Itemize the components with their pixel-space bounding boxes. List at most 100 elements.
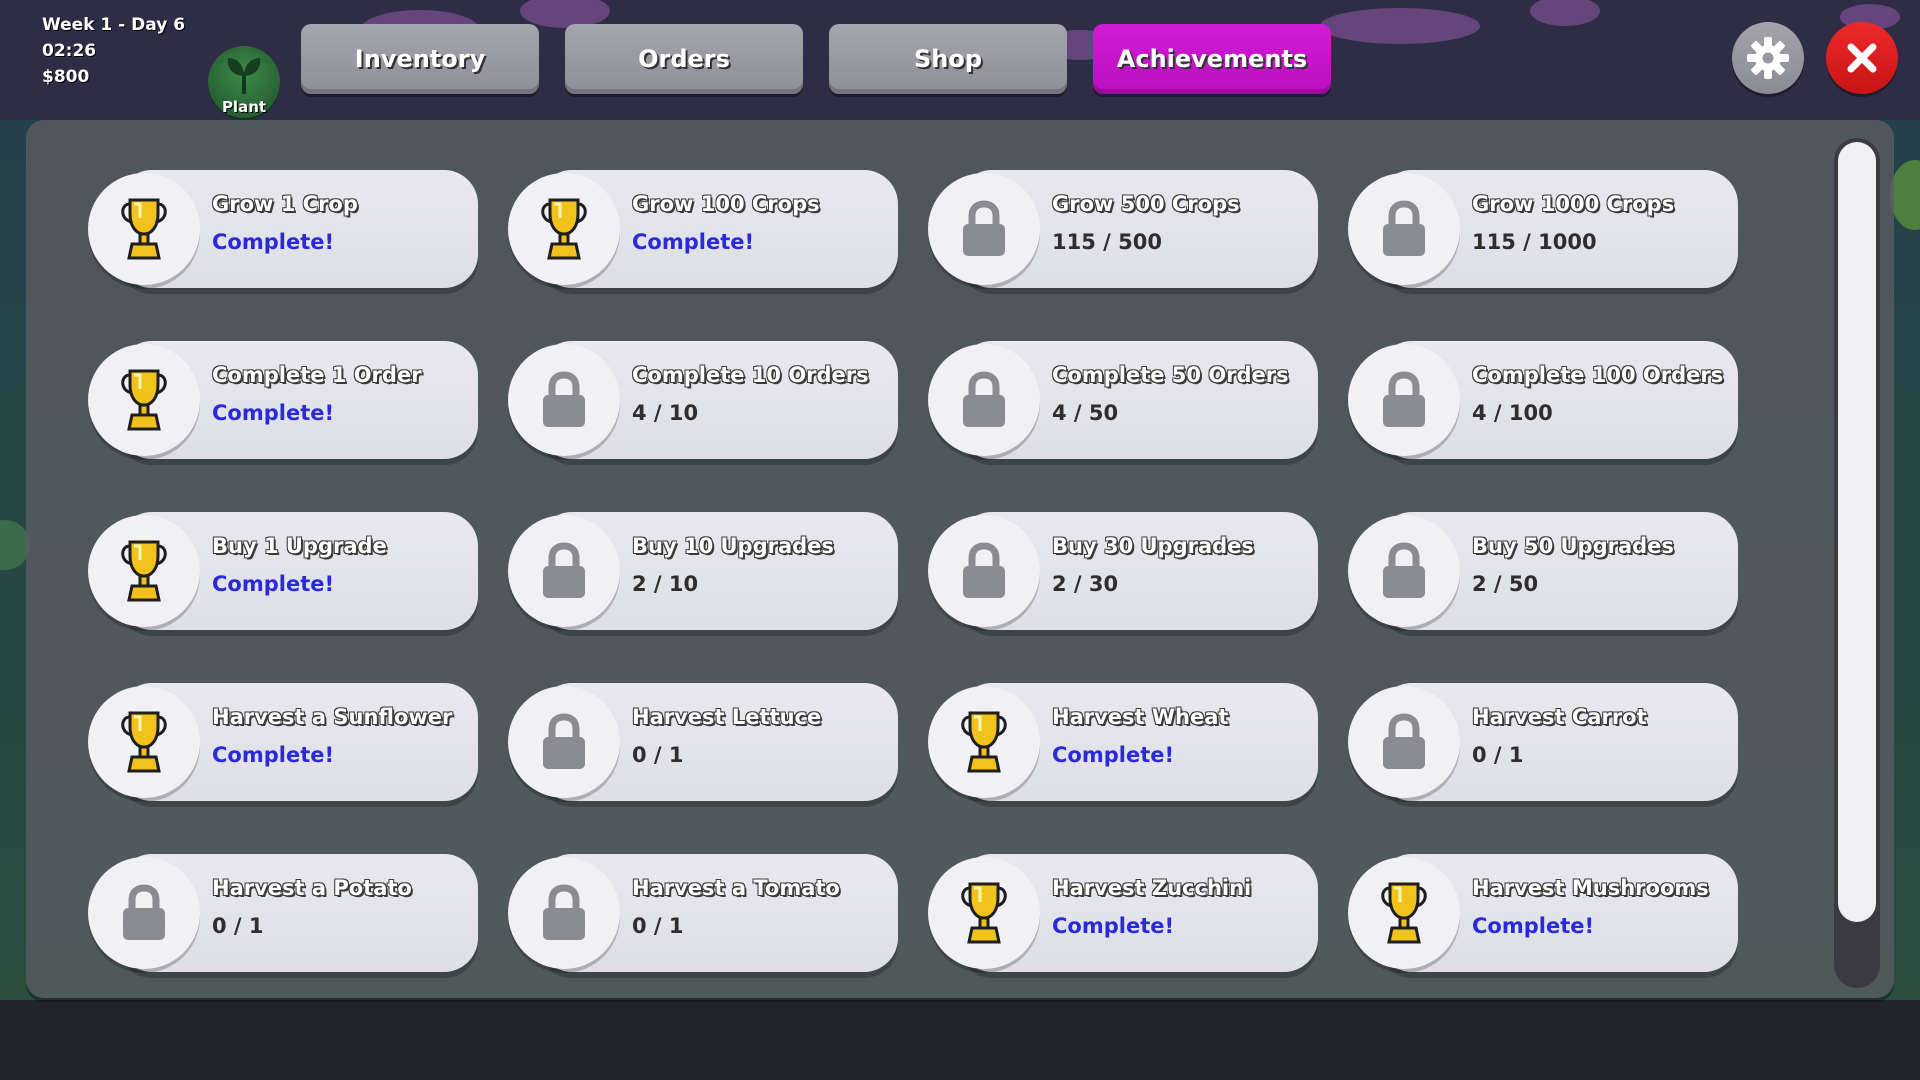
lock-icon [963,200,1005,256]
lock-icon [123,884,165,940]
lock-icon [543,542,585,598]
trophy-icon [541,198,587,260]
achievement-title: Grow 500 Crops [1052,192,1240,216]
achievement-status: Complete! [212,401,335,425]
achievement-card: Buy 30 Upgrades 2 / 30 [928,512,1318,630]
achievement-title: Buy 1 Upgrade [212,534,387,558]
achievement-title: Harvest Carrot [1472,705,1647,729]
achievement-status: 0 / 1 [212,914,264,938]
achievement-badge [928,515,1040,627]
achievement-title: Grow 1000 Crops [1472,192,1675,216]
achievement-card: Buy 10 Upgrades 2 / 10 [508,512,898,630]
tab-inventory[interactable]: Inventory [301,24,539,94]
plant-button[interactable]: Plant [208,46,280,118]
achievement-card: Grow 1 Crop Complete! [88,170,478,288]
achievement-card: Grow 500 Crops 115 / 500 [928,170,1318,288]
bush [1890,160,1920,230]
achievement-title: Harvest Wheat [1052,705,1229,729]
achievement-title: Grow 100 Crops [632,192,820,216]
achievement-status: Complete! [1052,743,1175,767]
achievement-card: Complete 50 Orders 4 / 50 [928,341,1318,459]
lock-icon [963,542,1005,598]
achievement-card: Complete 1 Order Complete! [88,341,478,459]
achievement-status: 0 / 1 [1472,743,1524,767]
achievement-status: 4 / 100 [1472,401,1553,425]
achievement-title: Buy 10 Upgrades [632,534,834,558]
achievement-title: Buy 50 Upgrades [1472,534,1674,558]
achievement-badge [508,515,620,627]
achievement-status: Complete! [632,230,755,254]
lock-icon [963,371,1005,427]
achievement-badge [88,515,200,627]
achievement-card: Harvest Lettuce 0 / 1 [508,683,898,801]
cloud [1320,8,1480,44]
achievement-status: 2 / 30 [1052,572,1119,596]
trophy-icon [121,369,167,431]
achievement-title: Harvest a Tomato [632,876,840,900]
achievement-badge [1348,515,1460,627]
lock-icon [543,884,585,940]
scrollbar-thumb[interactable] [1838,142,1876,922]
hud-stats: Week 1 - Day 6 02:26 $800 [42,12,185,90]
achievement-status: Complete! [1472,914,1595,938]
achievement-card: Complete 10 Orders 4 / 10 [508,341,898,459]
achievement-status: 2 / 10 [632,572,699,596]
trophy-icon [121,198,167,260]
achievement-badge [88,173,200,285]
achievement-badge [508,173,620,285]
settings-button[interactable] [1732,22,1804,94]
achievements-grid: Grow 1 Crop Complete! Grow 100 Crops Com… [88,170,1748,990]
achievement-card: Harvest a Potato 0 / 1 [88,854,478,972]
tab-achievements[interactable]: Achievements [1093,24,1331,94]
achievement-badge [508,857,620,969]
achievement-badge [88,857,200,969]
lock-icon [1383,200,1425,256]
achievement-card: Grow 100 Crops Complete! [508,170,898,288]
gear-icon [1747,37,1789,79]
achievement-card: Harvest Mushrooms Complete! [1348,854,1738,972]
tab-orders[interactable]: Orders [565,24,803,94]
achievement-card: Harvest Carrot 0 / 1 [1348,683,1738,801]
achievement-card: Buy 50 Upgrades 2 / 50 [1348,512,1738,630]
achievement-status: Complete! [212,743,335,767]
clock-label: 02:26 [42,41,97,61]
lock-icon [543,713,585,769]
achievement-badge [88,686,200,798]
sprout-icon [227,58,261,94]
achievement-badge [928,173,1040,285]
trophy-icon [961,711,1007,773]
tab-shop[interactable]: Shop [829,24,1067,94]
cloud [1530,0,1600,26]
achievement-status: 4 / 50 [1052,401,1119,425]
achievement-status: Complete! [212,230,335,254]
achievement-card: Harvest Zucchini Complete! [928,854,1318,972]
money-label: $800 [42,67,90,87]
achievement-card: Harvest Wheat Complete! [928,683,1318,801]
achievement-title: Grow 1 Crop [212,192,358,216]
achievement-badge [1348,857,1460,969]
lock-icon [1383,542,1425,598]
close-button[interactable] [1826,22,1898,94]
trophy-icon [961,882,1007,944]
achievement-title: Complete 1 Order [212,363,422,387]
achievement-status: 4 / 10 [632,401,699,425]
achievement-card: Grow 1000 Crops 115 / 1000 [1348,170,1738,288]
achievement-badge [928,686,1040,798]
achievement-title: Harvest a Potato [212,876,412,900]
achievement-title: Harvest Mushrooms [1472,876,1709,900]
achievement-title: Complete 10 Orders [632,363,869,387]
achievement-title: Harvest Zucchini [1052,876,1252,900]
achievement-title: Harvest a Sunflower [212,705,453,729]
achievement-card: Buy 1 Upgrade Complete! [88,512,478,630]
achievement-status: 115 / 500 [1052,230,1162,254]
lock-icon [543,371,585,427]
achievement-title: Harvest Lettuce [632,705,822,729]
lock-icon [1383,371,1425,427]
achievement-badge [1348,686,1460,798]
close-icon [1847,43,1877,73]
achievement-title: Buy 30 Upgrades [1052,534,1254,558]
achievement-title: Complete 100 Orders [1472,363,1724,387]
achievement-card: Harvest a Sunflower Complete! [88,683,478,801]
achievement-badge [88,344,200,456]
achievement-status: 115 / 1000 [1472,230,1597,254]
